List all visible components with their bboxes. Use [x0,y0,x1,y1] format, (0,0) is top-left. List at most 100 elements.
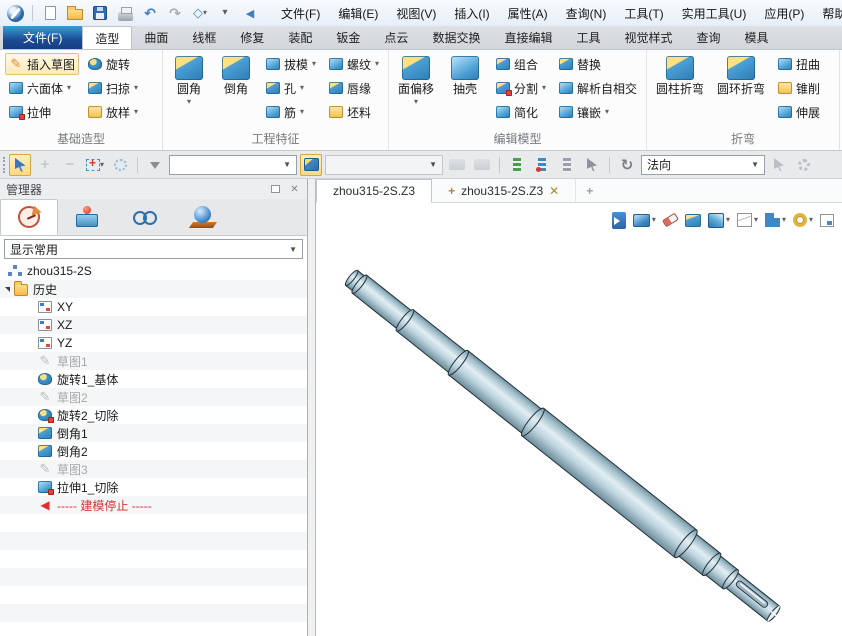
app-logo-icon[interactable] [4,2,26,24]
tree-item[interactable]: 历史 [0,280,307,298]
tree-item[interactable]: ✎草图3 [0,460,307,478]
panel-splitter[interactable] [308,179,316,636]
view-standard-button[interactable]: ▾ [763,209,788,231]
menu-item[interactable]: 文件(F) [272,1,329,26]
menu-item[interactable]: 帮助(H) [813,1,842,26]
ribbon-button[interactable]: 拔模▾ [262,53,320,75]
tree-item[interactable]: XY [0,298,307,316]
remove-select-button[interactable]: − [59,154,81,176]
tree-item[interactable]: ✎草图2 [0,388,307,406]
expander-icon[interactable] [5,287,10,292]
ribbon-button[interactable]: 唇缘 [325,77,383,99]
menu-item[interactable]: 编辑(E) [329,1,387,26]
dropdown-arrow-icon[interactable]: ▾ [100,161,104,169]
ribbon-tab[interactable]: 模具 [733,26,781,49]
dropdown-arrow-icon[interactable]: ▾ [300,84,304,92]
dropdown-arrow-icon[interactable]: ▾ [605,108,609,116]
open-file-button[interactable] [64,2,86,24]
visual-manager-button[interactable]: ▾ [631,209,658,231]
pick-target-button[interactable] [768,154,790,176]
tab-file[interactable]: 文件(F) [3,26,82,49]
menu-item[interactable]: 查询(N) [557,1,616,26]
render-manager-tab[interactable] [174,199,232,235]
panel-restore-button[interactable] [269,183,282,195]
dropdown-arrow-icon[interactable]: ▾ [300,108,304,116]
ribbon-button[interactable]: 坯料 [325,101,383,123]
dropdown-arrow-icon[interactable]: ▾ [782,216,786,224]
filter-button[interactable] [144,154,166,176]
close-tab-icon[interactable]: ✕ [549,184,559,198]
ribbon-tab[interactable]: 直接编辑 [492,26,564,49]
ribbon-button[interactable]: 扭曲 [774,53,824,75]
ribbon-button[interactable]: 孔▾ [262,77,320,99]
dropdown-arrow-icon[interactable]: ▾ [312,60,316,68]
dropdown-arrow-icon[interactable]: ▾ [134,84,138,92]
ribbon-button[interactable]: 替换 [555,53,641,75]
ribbon-button[interactable]: 镶嵌▾ [555,101,641,123]
ribbon-button[interactable]: 分割▾ [492,77,550,99]
save-button[interactable] [89,2,111,24]
menu-item[interactable]: 视图(V) [387,1,445,26]
ribbon-button[interactable]: ✎插入草图 [5,53,79,75]
ribbon-tab[interactable]: 曲面 [132,26,180,49]
combo2-dropdown[interactable]: ▼ [325,155,443,175]
ribbon-tab[interactable]: 查询 [685,26,733,49]
tree-item[interactable]: 倒角2 [0,442,307,460]
maximize-view-button[interactable] [818,209,836,231]
dropdown-arrow-icon[interactable]: ▾ [187,98,191,106]
menu-item[interactable]: 属性(A) [499,1,557,26]
ribbon-button[interactable]: 拉伸 [5,101,79,123]
marquee-select-button[interactable]: ▾ [84,154,106,176]
collapse-button[interactable]: ◀ [239,2,261,24]
new-file-button[interactable] [39,2,61,24]
eraser-button[interactable] [661,209,680,231]
tree-item[interactable]: 旋转2_切除 [0,406,307,424]
ribbon-button[interactable]: 筋▾ [262,101,320,123]
redo-button[interactable]: ↷ [164,2,186,24]
ribbon-tab[interactable]: 造型 [82,26,132,49]
dropdown-arrow-icon[interactable]: ▾ [67,84,71,92]
pick-settings-button[interactable] [793,154,815,176]
lasso-select-button[interactable] [109,154,131,176]
pick-list-first-button[interactable] [506,154,528,176]
ribbon-button[interactable]: 抽壳 [443,53,487,97]
orient-button[interactable]: ↻ [616,154,638,176]
ribbon-button[interactable]: 螺纹▾ [325,53,383,75]
tree-item[interactable]: 拉伸1_切除 [0,478,307,496]
shaded-mode-button[interactable]: ▾ [706,209,732,231]
tree-item[interactable]: ✎草图1 [0,352,307,370]
shaft-3d-model[interactable] [316,203,842,636]
dropdown-arrow-icon[interactable]: ▾ [542,84,546,92]
wireframe-mode-button[interactable]: ▾ [735,209,760,231]
tree-item[interactable]: YZ [0,334,307,352]
menu-item[interactable]: 应用(P) [755,1,813,26]
new-document-tab-button[interactable]: + [576,179,603,202]
exit-button[interactable] [610,209,628,231]
dropdown-arrow-icon[interactable]: ▾ [726,216,730,224]
dropdown-arrow-icon[interactable]: ▾ [375,60,379,68]
tree-item[interactable]: 倒角1 [0,424,307,442]
dropdown-arrow-icon[interactable]: ▾ [652,216,656,224]
ribbon-button[interactable]: 圆柱折弯 [652,53,708,97]
ribbon-tab[interactable]: 工具 [564,26,612,49]
document-tab-active[interactable]: zhou315-2S.Z3 [316,179,432,203]
tree-item[interactable]: 旋转1_基体 [0,370,307,388]
panel-close-button[interactable]: ✕ [288,183,301,195]
offset-pair-button[interactable] [446,154,468,176]
combo3-dropdown[interactable]: 法向▼ [641,155,765,175]
ribbon-button[interactable]: 锥削 [774,77,824,99]
ribbon-button[interactable]: 解析自相交 [555,77,641,99]
dropdown-arrow-icon[interactable]: ▾ [754,216,758,224]
visualize-manager-tab[interactable] [116,199,174,235]
dropdown-arrow-icon[interactable]: ▾ [134,108,138,116]
regen-button[interactable]: ◇▾ [189,2,211,24]
zoom-tools-button[interactable]: ▾ [791,209,815,231]
ribbon-tab[interactable]: 线框 [180,26,228,49]
pick-list-current-button[interactable] [531,154,553,176]
tree-item[interactable]: XZ [0,316,307,334]
tree-item[interactable]: zhou315-2S [0,262,307,280]
pick-arrow-button[interactable] [581,154,603,176]
ribbon-button[interactable]: 圆角▾ [168,53,210,106]
ribbon-button[interactable]: 倒角 [215,53,257,97]
ribbon-button[interactable]: 组合 [492,53,550,75]
